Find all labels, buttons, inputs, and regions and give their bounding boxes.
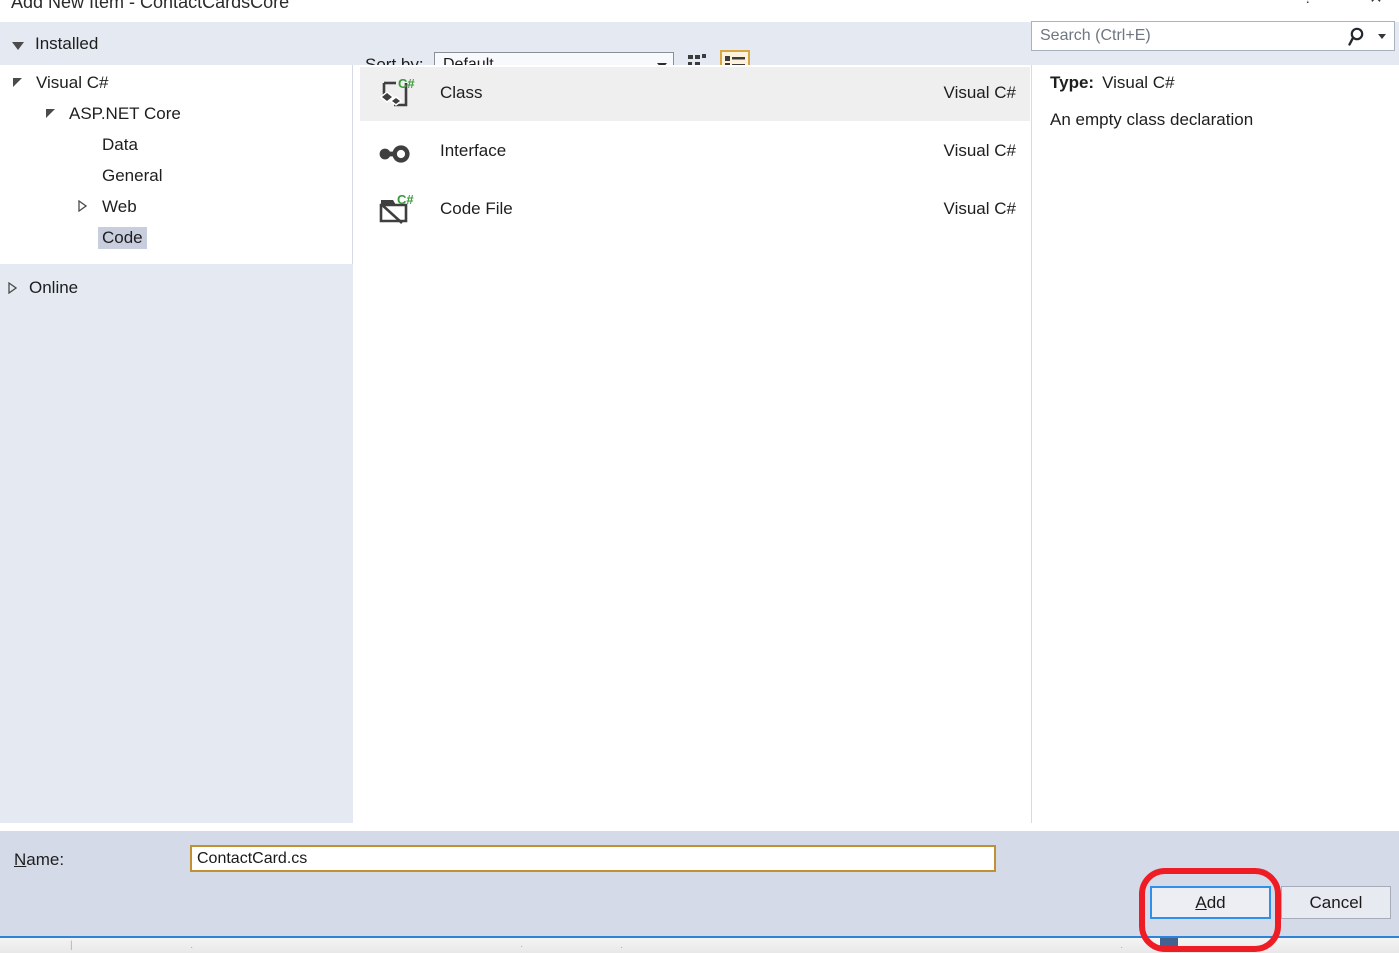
- svg-text:C#: C#: [397, 193, 414, 207]
- chevron-expanded-icon[interactable]: [45, 104, 65, 124]
- search-input[interactable]: Search (Ctrl+E): [1031, 21, 1395, 51]
- tree-item-label: General: [102, 166, 163, 185]
- detail-description: An empty class declaration: [1050, 110, 1254, 129]
- list-item-name: Interface: [440, 141, 507, 160]
- class-icon: C#: [376, 76, 416, 113]
- online-label: Online: [29, 278, 79, 297]
- detail-type-value: Visual C#: [1102, 73, 1175, 92]
- installed-section-header[interactable]: Installed: [12, 34, 98, 54]
- chevron-expanded-icon[interactable]: [12, 73, 32, 93]
- chevron-collapsed-icon: [8, 282, 17, 294]
- add-new-item-dialog: Add New Item - ContactCardsCore ? ✕ Inst…: [0, 0, 1399, 938]
- add-button[interactable]: Add: [1150, 886, 1271, 919]
- online-section-header[interactable]: Online: [0, 273, 78, 303]
- list-item[interactable]: Interface Visual C#: [360, 125, 1030, 179]
- tree-item-general[interactable]: General: [78, 162, 166, 190]
- name-input[interactable]: ContactCard.cs: [190, 845, 996, 872]
- cancel-button-label: Cancel: [1309, 892, 1363, 912]
- tree-item-visual-c-[interactable]: Visual C#: [12, 69, 112, 97]
- tree-item-web[interactable]: Web: [78, 193, 141, 221]
- chevron-collapsed-icon[interactable]: [78, 197, 98, 217]
- name-field-label: Name:: [14, 850, 64, 870]
- search-icon[interactable]: [1348, 26, 1370, 53]
- search-placeholder: Search (Ctrl+E): [1040, 27, 1151, 44]
- dialog-title: Add New Item - ContactCardsCore: [11, 0, 290, 12]
- name-input-value: ContactCard.cs: [197, 850, 308, 867]
- installed-label: Installed: [35, 34, 99, 53]
- list-item[interactable]: C# Code File Visual C#: [360, 183, 1030, 237]
- tree-item-label: Code: [98, 227, 147, 249]
- installed-tree: Visual C# ASP.NET Core Data General Web Code: [0, 65, 353, 264]
- name-label-rest: ame:: [26, 850, 65, 869]
- tree-item-label: Visual C#: [36, 73, 109, 92]
- templates-list: C# Class Visual C# Interface Visual C# C…: [360, 65, 1030, 823]
- template-details-pane: Type: Visual C# An empty class declaratio…: [1031, 65, 1399, 823]
- detail-type-row: Type: Visual C#: [1050, 73, 1175, 93]
- background-window-sliver: | · · · ·: [0, 938, 1399, 953]
- tree-item-label: Web: [102, 197, 137, 216]
- tree-item-code[interactable]: Code: [78, 224, 147, 252]
- tree-item-data[interactable]: Data: [78, 131, 142, 159]
- list-item-language: Visual C#: [943, 199, 1016, 218]
- taskbar-fragment: [1160, 938, 1178, 950]
- dialog-titlebar: Add New Item - ContactCardsCore ? ✕: [0, 0, 1399, 22]
- list-item-name: Code File: [440, 199, 513, 218]
- name-accel: N: [14, 850, 27, 869]
- detail-type-label: Type:: [1050, 73, 1095, 92]
- list-item-language: Visual C#: [943, 83, 1016, 102]
- dialog-footer: Name: ContactCard.cs Add Cancel: [0, 831, 1399, 936]
- tree-item-label: Data: [102, 135, 138, 154]
- categories-pane: Visual C# ASP.NET Core Data General Web Code …: [0, 65, 353, 823]
- code-file-icon: C#: [376, 192, 416, 229]
- chevron-expanded-icon: [12, 42, 24, 50]
- list-item-language: Visual C#: [943, 141, 1016, 160]
- add-button-label: Add: [1195, 892, 1226, 912]
- list-item[interactable]: C# Class Visual C#: [360, 67, 1030, 121]
- list-item-name: Class: [440, 83, 483, 102]
- chevron-down-icon[interactable]: [1378, 34, 1386, 39]
- close-icon[interactable]: ✕: [1361, 0, 1391, 10]
- tree-item-label: ASP.NET Core: [69, 104, 181, 123]
- help-icon[interactable]: ?: [1293, 0, 1323, 10]
- svg-text:C#: C#: [398, 77, 415, 91]
- cancel-button[interactable]: Cancel: [1281, 886, 1391, 919]
- tree-item-asp-net-core[interactable]: ASP.NET Core: [45, 100, 185, 128]
- interface-icon: [376, 135, 416, 171]
